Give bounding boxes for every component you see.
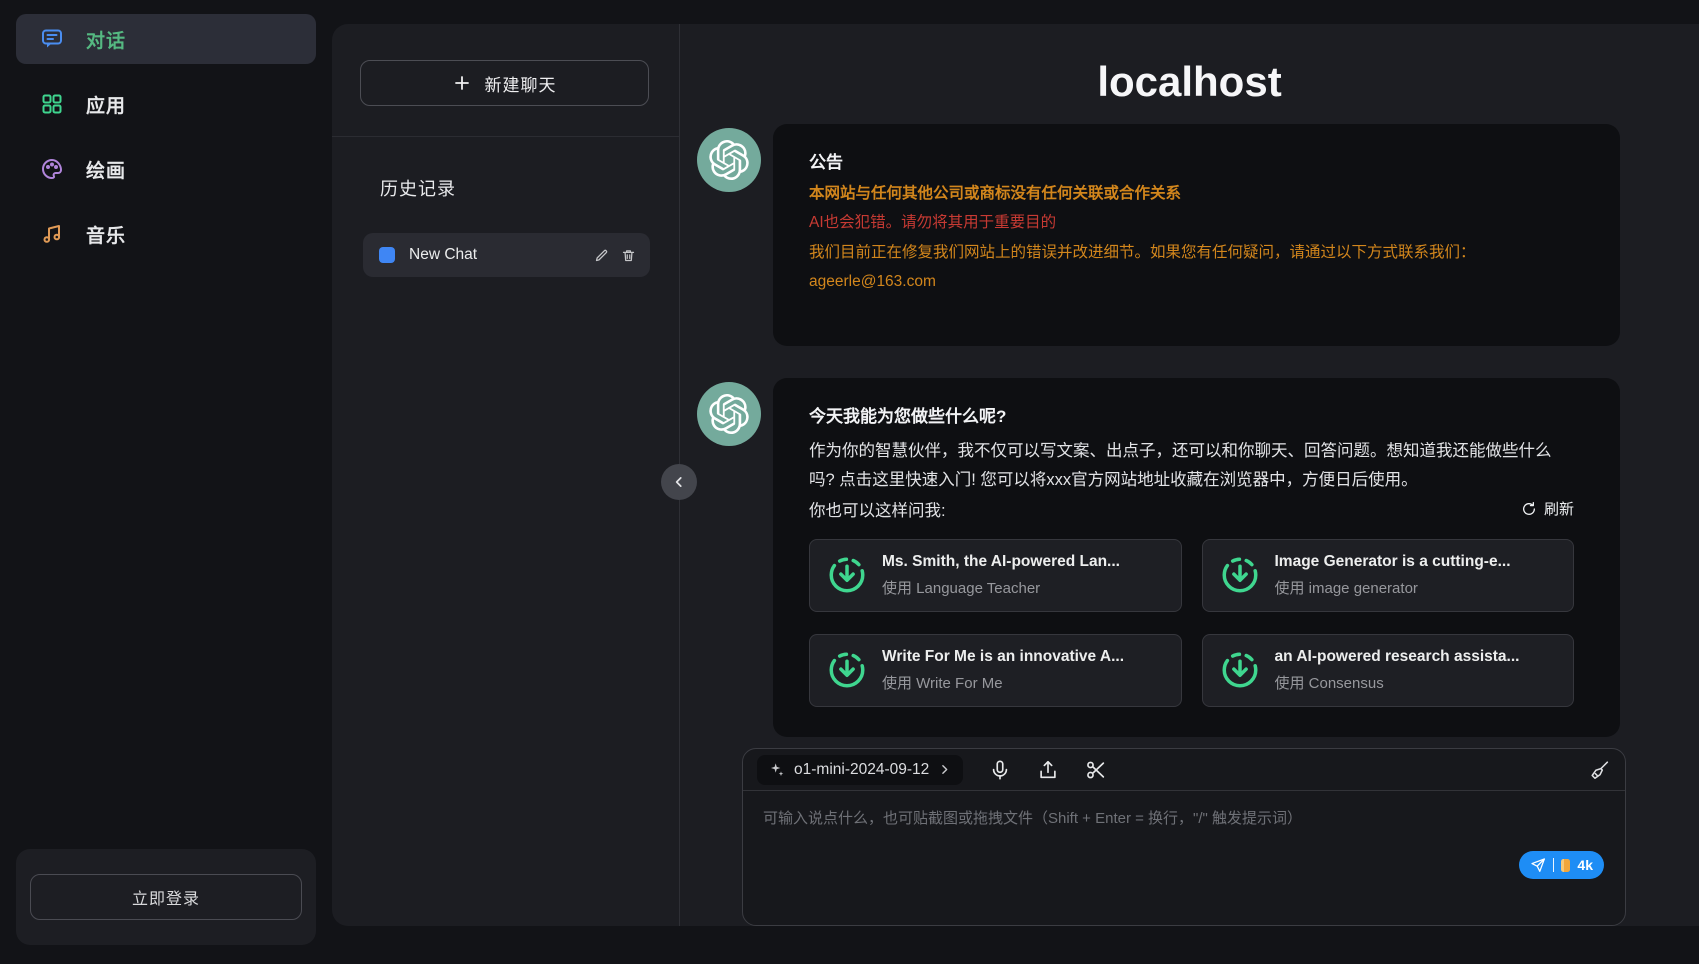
upload-icon[interactable] [1037, 759, 1059, 781]
contact-email-link[interactable]: ageerle@163.com [809, 271, 936, 293]
scissors-icon[interactable] [1085, 759, 1107, 781]
announcement-bubble: 公告 本网站与任何其他公司或商标没有任何关联或合作关系 AI也会犯错。请勿将其用… [773, 124, 1620, 346]
chat-color-chip [379, 247, 395, 263]
announcement-info: 我们目前正在修复我们网站上的错误并改进细节。如果您有任何疑问，请通过以下方式联系… [809, 242, 1574, 264]
refresh-icon [1521, 501, 1537, 517]
sidebar-item-music[interactable]: 音乐 [16, 209, 316, 259]
ask-prompt: 你也可以这样问我: [809, 497, 946, 521]
sparkle-icon [769, 762, 785, 778]
refresh-label: 刷新 [1544, 498, 1574, 519]
announcement-heading: 公告 [809, 148, 1574, 173]
suggestion-subtitle: 使用 Language Teacher [882, 577, 1120, 598]
sidebar-item-chat[interactable]: 对话 [16, 14, 316, 64]
microphone-icon[interactable] [989, 759, 1011, 781]
message-input[interactable] [743, 791, 1625, 879]
suggestion-title: Image Generator is a cutting-e... [1275, 553, 1511, 571]
new-chat-label: 新建聊天 [485, 71, 557, 96]
message-list: 公告 本网站与任何其他公司或商标没有任何关联或合作关系 AI也会犯错。请勿将其用… [680, 106, 1699, 737]
suggestion-grid: Ms. Smith, the AI-powered Lan... 使用 Lang… [809, 539, 1574, 707]
chevron-right-icon [938, 763, 951, 776]
suggestion-title: Write For Me is an innovative A... [882, 648, 1124, 666]
download-circle-icon [826, 554, 868, 596]
suggestion-subtitle: 使用 image generator [1275, 577, 1511, 598]
composer-toolbar: o1-mini-2024-09-12 [743, 749, 1625, 791]
chat-bubble-icon [40, 27, 64, 51]
suggestion-subtitle: 使用 Consensus [1275, 672, 1520, 693]
chat-main: localhost 公告 本网站与任何其他公司或商标没有任何关联或合作关系 AI… [680, 24, 1699, 926]
sidebar-item-label: 绘画 [86, 156, 126, 183]
history-title: 历史记录 [380, 175, 679, 201]
new-chat-button[interactable]: 新建聊天 [360, 60, 649, 106]
edit-chat-icon[interactable] [594, 248, 609, 263]
sidebar-item-label: 对话 [86, 26, 126, 53]
refresh-suggestions-button[interactable]: 刷新 [1521, 498, 1574, 519]
apps-grid-icon [40, 92, 64, 116]
chevron-left-icon [672, 475, 686, 489]
welcome-bubble: 今天我能为您做些什么呢? 作为你的智慧伙伴，我不仅可以写文案、出点子，还可以和你… [773, 378, 1620, 737]
download-circle-icon [826, 649, 868, 691]
suggestion-card[interactable]: Image Generator is a cutting-e... 使用 ima… [1202, 539, 1575, 612]
login-button[interactable]: 立即登录 [30, 874, 302, 920]
message-welcome: 今天我能为您做些什么呢? 作为你的智慧伙伴，我不仅可以写文案、出点子，还可以和你… [697, 378, 1620, 737]
composer: o1-mini-2024-09-12 [742, 748, 1626, 926]
page-title: localhost [680, 58, 1699, 106]
openai-logo-icon [709, 140, 749, 180]
sidebar-item-apps[interactable]: 应用 [16, 79, 316, 129]
sidebar: 对话 应用 绘画 [0, 0, 332, 964]
model-selector[interactable]: o1-mini-2024-09-12 [757, 755, 963, 785]
suggestion-title: Ms. Smith, the AI-powered Lan... [882, 553, 1120, 571]
openai-logo-icon [709, 394, 749, 434]
paper-plane-icon [1530, 857, 1546, 873]
chat-list-panel: 新建聊天 历史记录 New Chat [332, 24, 680, 926]
suggestion-card[interactable]: Ms. Smith, the AI-powered Lan... 使用 Lang… [809, 539, 1182, 612]
delete-chat-icon[interactable] [621, 248, 636, 263]
suggestion-card[interactable]: an AI-powered research assista... 使用 Con… [1202, 634, 1575, 707]
token-coin-icon [1561, 859, 1570, 872]
history-item[interactable]: New Chat [363, 233, 650, 277]
model-name: o1-mini-2024-09-12 [794, 761, 929, 779]
sidebar-item-label: 音乐 [86, 221, 126, 248]
suggestion-card[interactable]: Write For Me is an innovative A... 使用 Wr… [809, 634, 1182, 707]
welcome-heading: 今天我能为您做些什么呢? [809, 402, 1574, 427]
token-quota: 4k [1577, 857, 1593, 873]
download-circle-icon [1219, 554, 1261, 596]
message-announcement: 公告 本网站与任何其他公司或商标没有任何关联或合作关系 AI也会犯错。请勿将其用… [697, 124, 1620, 346]
chat-title: New Chat [409, 246, 580, 264]
announcement-warning: AI也会犯错。请勿将其用于重要目的 [809, 212, 1574, 234]
music-note-icon [40, 222, 64, 246]
plus-icon [453, 74, 471, 92]
palette-icon [40, 157, 64, 181]
suggestion-title: an AI-powered research assista... [1275, 648, 1520, 666]
sidebar-item-label: 应用 [86, 91, 126, 118]
assistant-avatar [697, 128, 761, 192]
divider [332, 136, 679, 137]
send-divider [1553, 858, 1555, 872]
download-circle-icon [1219, 649, 1261, 691]
collapse-sidebar-button[interactable] [661, 464, 697, 500]
assistant-avatar [697, 382, 761, 446]
sidebar-item-drawing[interactable]: 绘画 [16, 144, 316, 194]
content-shell: 新建聊天 历史记录 New Chat [332, 24, 1699, 926]
announcement-disclaimer: 本网站与任何其他公司或商标没有任何关联或合作关系 [809, 183, 1574, 205]
clear-context-broom-icon[interactable] [1589, 759, 1611, 781]
login-card: 立即登录 [16, 849, 316, 945]
welcome-body: 作为你的智慧伙伴，我不仅可以写文案、出点子，还可以和你聊天、回答问题。想知道我还… [809, 437, 1574, 495]
send-button[interactable]: 4k [1519, 851, 1604, 879]
suggestion-subtitle: 使用 Write For Me [882, 672, 1124, 693]
